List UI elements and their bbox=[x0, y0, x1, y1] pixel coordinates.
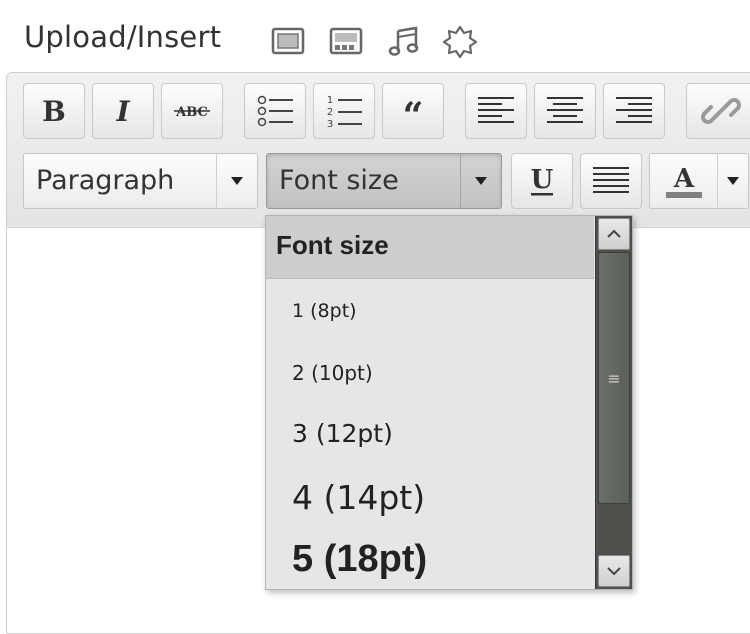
align-center-icon bbox=[547, 97, 583, 123]
justify-icon bbox=[593, 167, 629, 193]
blockquote-icon: “ bbox=[403, 96, 424, 126]
svg-text:ABC: ABC bbox=[175, 105, 208, 120]
chevron-down-icon[interactable] bbox=[460, 154, 501, 208]
font-size-option-1[interactable]: 1 (8pt) bbox=[292, 300, 357, 322]
align-left-icon bbox=[478, 97, 514, 123]
font-size-option-3[interactable]: 3 (12pt) bbox=[292, 419, 393, 448]
svg-text:A: A bbox=[672, 164, 694, 194]
font-size-select[interactable]: Font size bbox=[266, 153, 502, 209]
font-size-option-4[interactable]: 4 (14pt) bbox=[292, 478, 425, 517]
align-center-button[interactable] bbox=[534, 83, 596, 139]
bullet-list-button[interactable] bbox=[244, 83, 306, 139]
image-icon[interactable] bbox=[270, 24, 306, 58]
font-size-menu: Font size 1 (8pt) 2 (10pt) 3 (12pt) 4 (1… bbox=[265, 215, 633, 590]
music-icon[interactable] bbox=[386, 24, 422, 58]
bullet-list-icon bbox=[257, 95, 293, 127]
underline-button[interactable]: U bbox=[511, 153, 573, 209]
svg-text:B: B bbox=[42, 96, 66, 126]
bold-button[interactable]: B bbox=[23, 83, 85, 139]
upload-insert-bar: Upload/Insert bbox=[0, 0, 750, 74]
bold-icon: B bbox=[42, 96, 66, 126]
video-icon[interactable] bbox=[328, 24, 364, 58]
underline-icon: U bbox=[531, 165, 554, 196]
align-right-icon bbox=[616, 97, 652, 123]
svg-text:3: 3 bbox=[327, 119, 333, 130]
link-button[interactable] bbox=[686, 83, 750, 139]
chevron-down-icon bbox=[607, 567, 621, 576]
font-size-option-5[interactable]: 5 (18pt) bbox=[292, 538, 427, 581]
chevron-up-icon bbox=[607, 229, 621, 238]
strikethrough-icon: ABC bbox=[174, 105, 210, 120]
justify-button[interactable] bbox=[580, 153, 642, 209]
italic-icon: I bbox=[115, 96, 130, 126]
text-color-icon[interactable]: A bbox=[650, 154, 717, 208]
link-icon bbox=[701, 98, 741, 124]
blockquote-button[interactable]: “ bbox=[382, 83, 444, 139]
svg-text:I: I bbox=[115, 96, 130, 126]
scroll-thumb[interactable]: ≡ bbox=[598, 252, 630, 504]
scroll-grip: ≡ bbox=[607, 368, 621, 388]
scroll-up-button[interactable] bbox=[598, 218, 630, 250]
svg-text:1: 1 bbox=[327, 95, 333, 106]
scroll-down-button[interactable] bbox=[598, 555, 630, 587]
chevron-down-icon[interactable] bbox=[216, 154, 257, 208]
svg-text:2: 2 bbox=[327, 107, 333, 118]
scrollbar[interactable]: ≡ bbox=[595, 216, 632, 589]
svg-text:U: U bbox=[531, 165, 554, 195]
media-icon[interactable] bbox=[442, 24, 478, 59]
align-left-button[interactable] bbox=[465, 83, 527, 139]
editor-toolbar: B I ABC 123 “ Paragraph Font size U A bbox=[7, 73, 750, 228]
font-size-list: Font size 1 (8pt) 2 (10pt) 3 (12pt) 4 (1… bbox=[266, 216, 594, 589]
format-select-value: Paragraph bbox=[36, 165, 175, 196]
text-color-select[interactable]: A bbox=[649, 153, 749, 209]
align-right-button[interactable] bbox=[603, 83, 665, 139]
font-size-select-value: Font size bbox=[279, 165, 399, 196]
font-size-menu-title: Font size bbox=[266, 216, 594, 279]
font-size-option-2[interactable]: 2 (10pt) bbox=[292, 361, 373, 385]
numbered-list-icon: 123 bbox=[327, 95, 362, 130]
svg-text:“: “ bbox=[403, 96, 424, 126]
format-select[interactable]: Paragraph bbox=[23, 153, 258, 209]
upload-insert-label: Upload/Insert bbox=[24, 20, 222, 54]
chevron-down-icon[interactable] bbox=[717, 154, 748, 208]
strikethrough-button[interactable]: ABC bbox=[161, 83, 223, 139]
numbered-list-button[interactable]: 123 bbox=[313, 83, 375, 139]
italic-button[interactable]: I bbox=[92, 83, 154, 139]
